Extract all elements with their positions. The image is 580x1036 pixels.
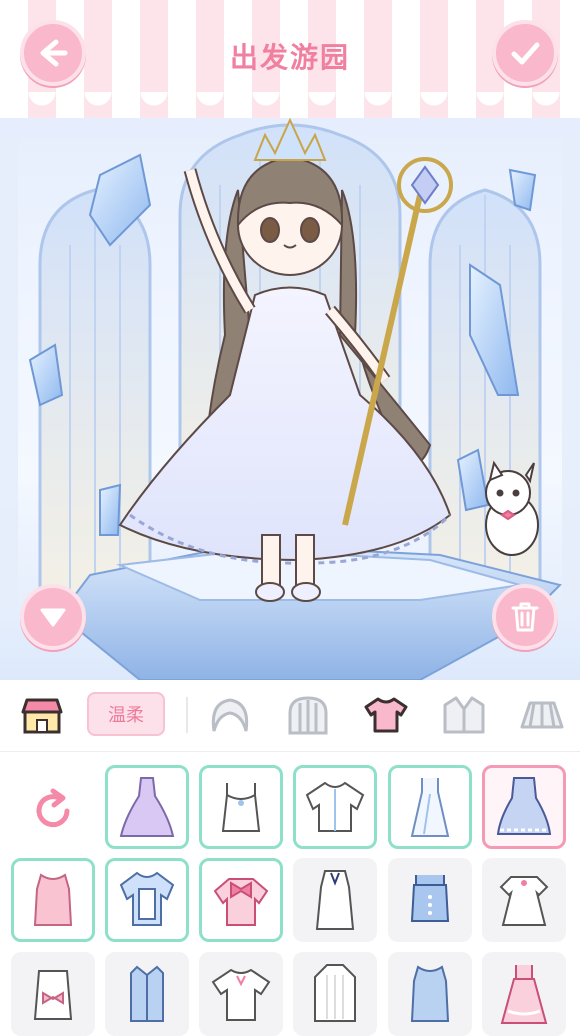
layered-top-icon: [119, 871, 175, 926]
reset-button[interactable]: [28, 786, 78, 836]
pinafore-icon: [500, 965, 548, 1024]
trash-icon: [511, 602, 539, 632]
item-pink-pinafore[interactable]: [482, 952, 566, 1036]
tank-icon: [410, 965, 450, 1022]
corset-icon: [410, 875, 450, 922]
item-white-tee[interactable]: [199, 952, 283, 1036]
dress-icon: [315, 870, 355, 930]
item-white-knit[interactable]: [293, 952, 377, 1036]
item-white-camisole[interactable]: [199, 765, 283, 849]
camisole-icon: [221, 783, 261, 832]
check-icon: [511, 42, 540, 65]
item-white-blouse[interactable]: [293, 765, 377, 849]
category-hair-front[interactable]: [208, 693, 252, 737]
category-hair-back[interactable]: [286, 693, 330, 737]
category-coat[interactable]: [442, 693, 486, 737]
bow-top-icon: [213, 878, 269, 926]
dress-icon: [410, 778, 450, 837]
shirt-icon: [130, 965, 164, 1022]
item-blue-slip-dress[interactable]: [388, 765, 472, 849]
awning-scallop: [0, 92, 580, 120]
item-white-button-dress[interactable]: [293, 858, 377, 942]
back-button[interactable]: [20, 20, 86, 86]
item-blue-tank[interactable]: [388, 952, 472, 1036]
collapse-button[interactable]: [20, 584, 86, 650]
refresh-icon: [36, 788, 70, 828]
triangle-down-icon: [40, 608, 66, 627]
item-white-ribbon-top[interactable]: [11, 952, 95, 1036]
item-pink-tank[interactable]: [11, 858, 95, 942]
item-purple-gown[interactable]: [105, 765, 189, 849]
delete-button[interactable]: [492, 584, 558, 650]
item-blue-shirt[interactable]: [105, 952, 189, 1036]
item-white-puff-dress[interactable]: [482, 858, 566, 942]
hair-front-icon: [211, 698, 249, 732]
stage-illustration: [0, 117, 580, 680]
shop-button[interactable]: [20, 694, 64, 738]
ribbon-top-icon: [33, 970, 73, 1020]
hair-back-icon: [288, 696, 328, 735]
category-top[interactable]: [364, 693, 408, 737]
tank-icon: [33, 873, 73, 926]
top-icon: [364, 697, 408, 733]
item-navy-ruffle-dress[interactable]: [482, 765, 566, 849]
confirm-button[interactable]: [492, 20, 558, 86]
item-blue-layered-top[interactable]: [105, 858, 189, 942]
style-filter-tag[interactable]: 温柔: [87, 692, 165, 736]
item-pink-bow-top[interactable]: [199, 858, 283, 942]
shop-icon: [21, 698, 63, 734]
item-blue-corset-top[interactable]: [388, 858, 472, 942]
arrow-left-icon: [40, 39, 68, 67]
tee-icon: [211, 968, 271, 1021]
dress-icon: [496, 777, 552, 835]
skirt-icon: [520, 701, 564, 729]
dressup-stage: 出发游园: [0, 0, 580, 680]
dress-icon: [499, 876, 549, 926]
coat-icon: [443, 696, 485, 734]
dress-icon: [119, 777, 175, 837]
knit-icon: [314, 964, 356, 1022]
category-divider: [186, 697, 188, 733]
category-skirt[interactable]: [520, 693, 564, 737]
cat: [485, 460, 539, 556]
blouse-icon: [305, 781, 365, 832]
